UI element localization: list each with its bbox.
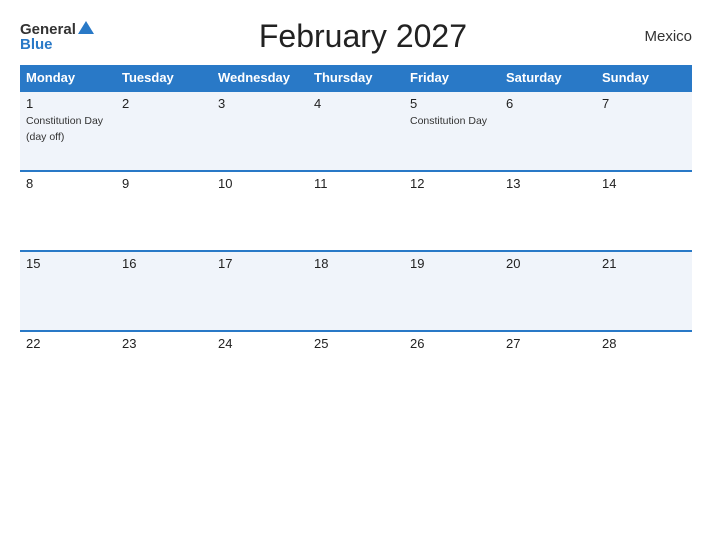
day-number: 25: [314, 336, 398, 351]
day-number: 10: [218, 176, 302, 191]
day-number: 3: [218, 96, 302, 111]
page: General Blue February 2027 Mexico Monday…: [0, 0, 712, 550]
day-number: 17: [218, 256, 302, 271]
day-number: 15: [26, 256, 110, 271]
calendar-cell-6: 6: [500, 91, 596, 171]
calendar-title: February 2027: [94, 18, 632, 55]
day-number: 18: [314, 256, 398, 271]
day-number: 8: [26, 176, 110, 191]
header: General Blue February 2027 Mexico: [20, 18, 692, 55]
day-number: 6: [506, 96, 590, 111]
calendar-cell-18: 18: [308, 251, 404, 331]
day-number: 20: [506, 256, 590, 271]
country-label: Mexico: [632, 28, 692, 45]
calendar-cell-9: 9: [116, 171, 212, 251]
calendar-cell-8: 8: [20, 171, 116, 251]
calendar-cell-12: 12: [404, 171, 500, 251]
calendar-cell-15: 15: [20, 251, 116, 331]
day-number: 11: [314, 176, 398, 191]
day-number: 27: [506, 336, 590, 351]
calendar-cell-13: 13: [500, 171, 596, 251]
calendar-cell-17: 17: [212, 251, 308, 331]
day-number: 28: [602, 336, 686, 351]
calendar-cell-27: 27: [500, 331, 596, 411]
calendar-cell-16: 16: [116, 251, 212, 331]
calendar-cell-4: 4: [308, 91, 404, 171]
calendar-cell-19: 19: [404, 251, 500, 331]
calendar-week-4: 22 23 24 25 26 27 28: [20, 331, 692, 411]
calendar-cell-1: 1 Constitution Day (day off): [20, 91, 116, 171]
calendar-cell-10: 10: [212, 171, 308, 251]
logo-general-text: General: [20, 22, 76, 37]
calendar-table: MondayTuesdayWednesdayThursdayFridaySatu…: [20, 65, 692, 411]
calendar-week-1: 1 Constitution Day (day off) 2345 Constitut…: [20, 91, 692, 171]
day-number: 26: [410, 336, 494, 351]
day-number: 21: [602, 256, 686, 271]
col-header-tuesday: Tuesday: [116, 65, 212, 91]
day-number: 4: [314, 96, 398, 111]
calendar-week-2: 89 10 11 12 13 14: [20, 171, 692, 251]
calendar-cell-20: 20: [500, 251, 596, 331]
day-number: 13: [506, 176, 590, 191]
day-number: 9: [122, 176, 206, 191]
calendar-cell-3: 3: [212, 91, 308, 171]
calendar-header-row: MondayTuesdayWednesdayThursdayFridaySatu…: [20, 65, 692, 91]
calendar-cell-26: 26: [404, 331, 500, 411]
event-label: Constitution Day (day off): [26, 115, 103, 143]
col-header-sunday: Sunday: [596, 65, 692, 91]
calendar-cell-21: 21: [596, 251, 692, 331]
day-number: 23: [122, 336, 206, 351]
day-number: 19: [410, 256, 494, 271]
day-number: 12: [410, 176, 494, 191]
calendar-cell-5: 5 Constitution Day: [404, 91, 500, 171]
day-number: 7: [602, 96, 686, 111]
calendar-cell-28: 28: [596, 331, 692, 411]
col-header-saturday: Saturday: [500, 65, 596, 91]
logo: General Blue: [20, 22, 94, 52]
day-number: 22: [26, 336, 110, 351]
event-label: Constitution Day: [410, 115, 487, 127]
day-number: 14: [602, 176, 686, 191]
calendar-cell-11: 11: [308, 171, 404, 251]
logo-triangle-icon: [78, 21, 94, 34]
day-number: 2: [122, 96, 206, 111]
day-number: 16: [122, 256, 206, 271]
calendar-cell-25: 25: [308, 331, 404, 411]
col-header-friday: Friday: [404, 65, 500, 91]
calendar-cell-22: 22: [20, 331, 116, 411]
col-header-thursday: Thursday: [308, 65, 404, 91]
calendar-cell-24: 24: [212, 331, 308, 411]
day-number: 24: [218, 336, 302, 351]
calendar-cell-7: 7: [596, 91, 692, 171]
calendar-cell-23: 23: [116, 331, 212, 411]
day-number: 1: [26, 96, 110, 111]
calendar-cell-14: 14: [596, 171, 692, 251]
day-number: 5: [410, 96, 494, 111]
col-header-monday: Monday: [20, 65, 116, 91]
logo-blue-text: Blue: [20, 37, 53, 52]
calendar-week-3: 15 16 17 18 19 20 21: [20, 251, 692, 331]
calendar-cell-2: 2: [116, 91, 212, 171]
col-header-wednesday: Wednesday: [212, 65, 308, 91]
